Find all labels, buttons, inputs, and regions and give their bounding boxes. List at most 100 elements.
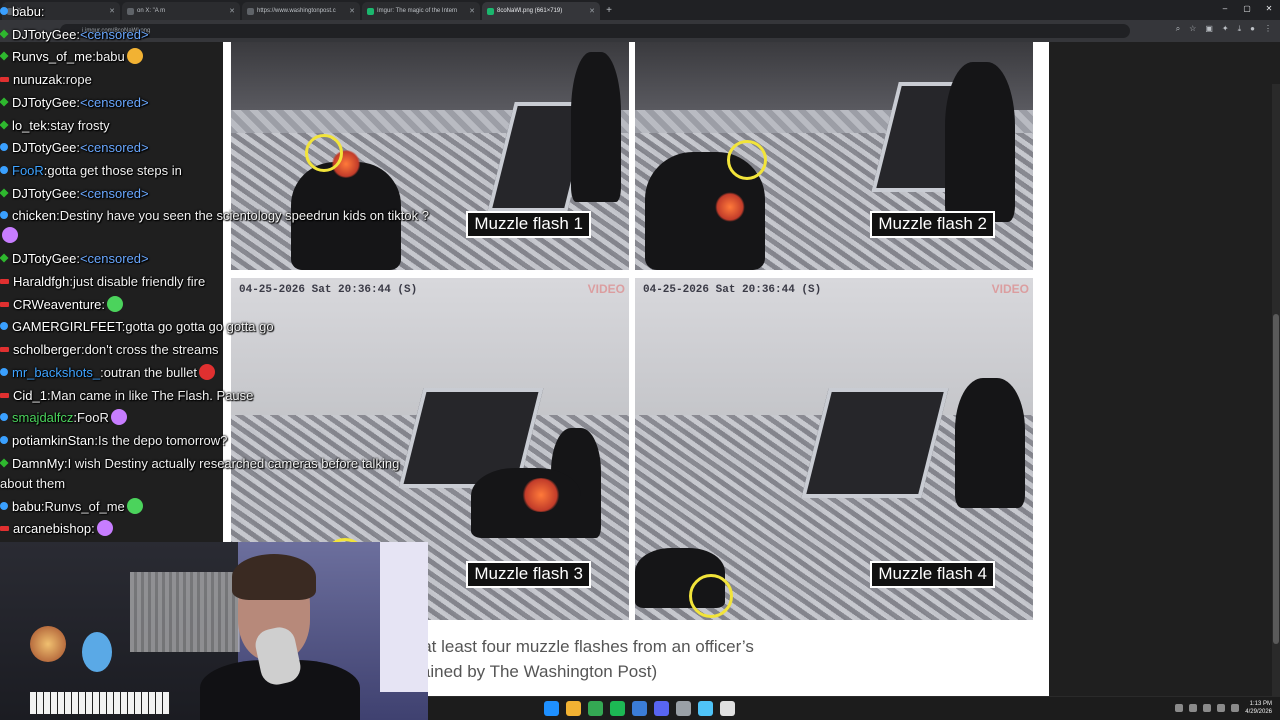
chat-username[interactable]: GAMERGIRLFEET: [12, 319, 122, 334]
taskbar-app-icon[interactable]: [676, 701, 691, 716]
scrollbar-thumb[interactable]: [1273, 314, 1279, 644]
chat-text: gotta get those steps in: [47, 162, 182, 178]
taskbar-app-icon[interactable]: [698, 701, 713, 716]
tab-label: 8coNaWl.png (661×719): [497, 8, 563, 14]
puzzle-icon[interactable]: ✦: [1222, 24, 1229, 34]
webcam-feed: [0, 542, 428, 720]
chat-username[interactable]: lo_tek: [12, 118, 47, 133]
chat-badge-icon: [0, 211, 8, 220]
chat-username[interactable]: potiamkinStan: [12, 433, 94, 448]
light-panel: [380, 542, 428, 692]
taskbar-app-icon[interactable]: [566, 701, 581, 716]
chat-text: FooR: [77, 410, 109, 426]
chat-text: <censored>: [79, 94, 149, 110]
chat-text: <censored>: [79, 251, 149, 267]
chat-text: <censored>: [79, 185, 149, 201]
chat-badge-icon: [0, 367, 8, 376]
chat-username[interactable]: chicken: [12, 208, 56, 223]
panel-label: Muzzle flash 4: [870, 561, 995, 588]
chat-username[interactable]: Cid_1: [13, 388, 47, 403]
chat-text: Destiny have you seen the scientology sp…: [59, 208, 429, 224]
wifi-icon[interactable]: [1217, 704, 1226, 712]
chat-badge-icon: [0, 301, 9, 307]
camera-timestamp: 04-25-2026 Sat 20:36:44 (S): [643, 284, 822, 296]
chat-text: Man came in like The Flash. Pause: [50, 387, 254, 403]
chat-username[interactable]: mr_backshots_: [12, 365, 100, 380]
windows-taskbar: 1:13 PM 4/29/2026: [428, 696, 1280, 720]
chat-message: smajdalfcz:FooR: [0, 408, 127, 428]
chat-username[interactable]: CRWeaventure: [13, 297, 101, 312]
muzzle-flash: [521, 478, 561, 512]
chat-badge-icon: [0, 119, 9, 130]
menu-icon[interactable]: ⋮: [1264, 24, 1272, 34]
chat-message: arcanebishop:: [0, 519, 113, 539]
chat-username[interactable]: Haraldfgh: [13, 274, 69, 289]
chat-username[interactable]: FooR: [12, 163, 44, 178]
panel-label: Muzzle flash 1: [466, 211, 591, 238]
profile-icon[interactable]: ●: [1250, 24, 1255, 34]
start-button-icon[interactable]: [544, 701, 559, 716]
officer-figure: [955, 378, 1025, 508]
chat-username[interactable]: babu: [12, 499, 41, 514]
chat-text: outran the bullet: [103, 364, 198, 380]
chat-message: FooR:gotta get those steps in: [0, 161, 182, 181]
chat-username[interactable]: DJTotyGee: [12, 95, 76, 110]
clock-date: 4/29/2026: [1245, 709, 1272, 715]
chat-message: CRWeaventure:: [0, 295, 124, 315]
chat-message: mr_backshots_:outran the bullet: [0, 363, 216, 383]
taskbar-app-icon[interactable]: [610, 701, 625, 716]
chat-badge-icon: [0, 188, 9, 198]
minimize-button[interactable]: –: [1214, 0, 1236, 18]
screen: X ✕ on X: "A m ✕ https://www.washingtonpos…: [0, 0, 1280, 720]
chat-username[interactable]: Runvs_of_me: [12, 49, 92, 64]
chat-username[interactable]: DamnMy: [12, 456, 64, 471]
scrollbar[interactable]: [1272, 84, 1280, 720]
video-watermark: VIDEO: [991, 282, 1029, 296]
taskbar-app-icon[interactable]: [654, 701, 669, 716]
chat-badge-icon: [0, 29, 9, 39]
chat-username[interactable]: DJTotyGee: [12, 140, 76, 155]
chat-badge-icon: [0, 526, 9, 532]
chat-username[interactable]: scholberger: [13, 342, 81, 357]
taskbar-app-icon[interactable]: [588, 701, 603, 716]
taskbar-app-icon[interactable]: [632, 701, 647, 716]
chat-username[interactable]: nunuzak: [13, 72, 62, 87]
new-tab-button[interactable]: +: [600, 2, 618, 20]
chat-badge-icon: [0, 77, 9, 83]
emote-icon: [2, 227, 18, 244]
chat-message: potiamkinStan:Is the depo tomorrow?: [0, 431, 227, 451]
system-clock[interactable]: 1:13 PM 4/29/2026: [1245, 700, 1272, 716]
bookmark-star-icon[interactable]: ☆: [1189, 24, 1196, 34]
maximize-button[interactable]: ▢: [1236, 0, 1258, 18]
officer-figure: [945, 62, 1015, 222]
taskbar-app-icon[interactable]: [720, 701, 735, 716]
chat-text: <censored>: [79, 140, 149, 156]
tray-icon[interactable]: [1175, 704, 1184, 712]
chat-username[interactable]: smajdalfcz: [12, 410, 73, 425]
chat-username[interactable]: DJTotyGee: [12, 186, 76, 201]
plush-toy: [82, 632, 112, 672]
close-window-button[interactable]: ✕: [1258, 0, 1280, 18]
chat-badge-icon: [0, 322, 8, 331]
chat-username[interactable]: babu: [12, 4, 41, 19]
chat-badge-icon: [0, 392, 9, 398]
tray-icon[interactable]: [1203, 704, 1212, 712]
browser-tab-active[interactable]: 8coNaWl.png (661×719) ✕: [482, 2, 600, 20]
extension-icon[interactable]: ▣: [1205, 24, 1213, 34]
close-tab-icon[interactable]: ✕: [589, 7, 595, 15]
highlight-circle: [727, 140, 767, 180]
emote-icon: [110, 409, 127, 426]
close-tab-icon[interactable]: ✕: [469, 7, 475, 15]
chat-message: lo_tek:stay frosty: [0, 116, 110, 136]
chat-message: Haraldfgh:just disable friendly fire: [0, 272, 205, 292]
chat-username[interactable]: DJTotyGee: [12, 251, 76, 266]
download-icon[interactable]: ⤓: [1238, 24, 1242, 34]
tray-icon[interactable]: [1189, 704, 1198, 712]
volume-icon[interactable]: [1231, 704, 1240, 712]
zoom-icon[interactable]: ⌕: [1176, 24, 1180, 34]
chat-username[interactable]: arcanebishop: [13, 521, 91, 536]
chat-username[interactable]: DJTotyGee: [12, 27, 76, 42]
chat-badge-icon: [0, 51, 9, 61]
chat-text: Runvs_of_me: [44, 498, 125, 514]
chat-message: scholberger:don't cross the streams: [0, 340, 219, 360]
